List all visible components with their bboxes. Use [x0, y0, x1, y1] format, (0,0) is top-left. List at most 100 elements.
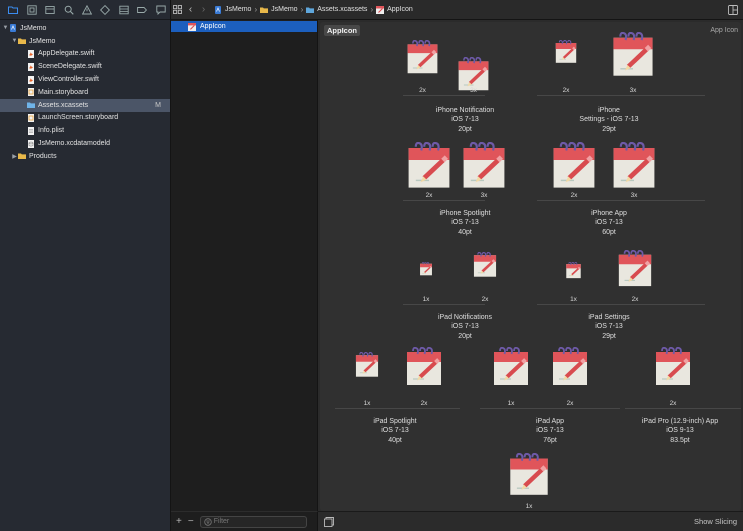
icon-scale-label: 2x	[420, 400, 428, 407]
icon-slot-3x[interactable]	[610, 32, 656, 78]
icon-slot-1x[interactable]	[419, 262, 433, 276]
tree-row[interactable]: LaunchScreen.storyboard	[0, 112, 170, 125]
disclosure-open-icon[interactable]: ▼	[2, 25, 9, 31]
disclosure-open-icon[interactable]: ▼	[11, 38, 18, 44]
show-slicing-button[interactable]: Show Slicing	[694, 517, 737, 526]
tree-row[interactable]: JsMemo.xcdatamodeld	[0, 137, 170, 150]
navigator-tab-issue[interactable]	[78, 0, 96, 20]
breadcrumb-item[interactable]: Assets.xcassets	[306, 6, 367, 14]
icon-slot-2x[interactable]	[404, 347, 444, 387]
app-icon-image	[407, 40, 438, 74]
breadcrumb-item[interactable]: JsMemo	[260, 6, 298, 14]
chevron-right-icon: ›	[201, 4, 206, 15]
grid-icon	[173, 5, 182, 14]
debug-icon	[119, 5, 129, 14]
navigator-tab-folder[interactable]	[4, 0, 22, 20]
back-button[interactable]: ‹	[184, 0, 197, 20]
assets-folder-icon	[306, 7, 315, 13]
adjust-editor-button[interactable]	[723, 4, 743, 15]
app-icon-image	[408, 142, 450, 188]
navigator-tab-find[interactable]	[59, 0, 77, 20]
tree-row[interactable]: Assets.xcassets M	[0, 98, 170, 112]
breadcrumb-separator: ›	[370, 5, 374, 14]
app-icon-image	[656, 347, 690, 385]
icon-slot-2x[interactable]	[653, 347, 693, 387]
tree-item-label: LaunchScreen.storyboard	[38, 114, 119, 122]
icon-scale-label: 2x	[562, 87, 570, 94]
tree-item-label: Assets.xcassets	[38, 101, 89, 109]
icon-scale-label: 2x	[631, 296, 639, 303]
tree-row[interactable]: ▼ JsMemo	[0, 22, 170, 35]
icon-slot-2x[interactable]	[405, 142, 453, 190]
breadcrumb-label: Assets.xcassets	[317, 6, 368, 13]
icon-scale-label: 2x	[669, 400, 677, 407]
breadcrumb-item[interactable]: AppIcon	[376, 5, 413, 14]
navigator-tab-test[interactable]	[96, 0, 114, 20]
icon-slot-2x[interactable]	[550, 142, 598, 190]
tree-row[interactable]: Main.storyboard	[0, 86, 170, 99]
asset-item-appicon[interactable]: AppIcon	[171, 21, 317, 32]
forward-button[interactable]: ›	[197, 0, 210, 20]
folder-file-icon	[18, 38, 26, 45]
app-icon-image	[618, 250, 652, 287]
breadcrumb: JsMemo › JsMemo › Assets.xcassets › AppIcon	[214, 5, 413, 14]
icon-slot-2x[interactable]	[405, 40, 440, 75]
icon-slot-2x[interactable]	[554, 40, 578, 64]
tree-row[interactable]: Info.plist	[0, 124, 170, 137]
folder-file-icon	[18, 153, 26, 160]
icon-set-name[interactable]: AppIcon	[324, 25, 360, 36]
app-icon-image	[566, 262, 581, 279]
icon-slot-1x[interactable]	[565, 262, 582, 279]
tree-item-label: JsMemo	[20, 24, 47, 32]
tree-row[interactable]: ViewController.swift	[0, 73, 170, 86]
navigator-tab-source-control[interactable]	[22, 0, 40, 20]
icon-slot-1x[interactable]	[491, 347, 531, 387]
icon-group-device: iPad Notifications	[437, 314, 493, 321]
tree-row[interactable]: ▶ Products	[0, 150, 170, 163]
icon-slot-3x[interactable]	[610, 142, 658, 190]
breadcrumb-item[interactable]: JsMemo	[214, 5, 252, 14]
icon-scale-label: 3x	[470, 87, 477, 94]
asset-catalog-list: AppIcon	[171, 20, 318, 511]
icon-group-label: iPad Pro (12.9-inch) App iOS 9-13 83.5pt	[605, 417, 741, 445]
navigator-tab-debug[interactable]	[115, 0, 133, 20]
show-overview-icon[interactable]	[324, 517, 334, 527]
disclosure-closed-icon[interactable]: ▶	[11, 153, 18, 160]
group-divider	[537, 200, 705, 201]
appicon-set-sheet: AppIcon App Icon 2x 3x iPhone Notification…	[320, 22, 741, 511]
icon-slot-3x[interactable]	[460, 142, 508, 190]
icon-group-label: iPhone Settings - iOS 7-13 29pt	[534, 106, 684, 134]
icon-group-device: iPhone Notification	[435, 107, 495, 114]
icon-slot-1x[interactable]	[354, 352, 380, 378]
icon-slot-2x[interactable]	[616, 250, 654, 288]
add-button[interactable]: +	[176, 516, 182, 527]
tree-row[interactable]: ▼ JsMemo	[0, 35, 170, 48]
group-divider	[403, 200, 485, 201]
icon-slot-1x[interactable]	[507, 453, 551, 497]
icon-group-label: iPad App iOS 7-13 76pt	[475, 417, 625, 445]
source-control-badge: M	[155, 101, 161, 109]
icon-slot-2x[interactable]	[472, 252, 498, 278]
icon-group-os: iOS 7-13	[595, 219, 623, 227]
related-items-button[interactable]	[171, 0, 184, 20]
icon-group-label: iPhone Spotlight iOS 7-13 40pt	[390, 209, 540, 237]
group-divider	[335, 408, 460, 409]
icon-scale-label: 3x	[629, 87, 637, 94]
tree-row[interactable]: AppDelegate.swift	[0, 48, 170, 61]
icon-group-os: iOS 7-13	[451, 116, 479, 124]
jump-bar: ‹ › JsMemo › JsMemo › Assets.xcassets › AppIco…	[171, 0, 743, 20]
tree-row[interactable]: SceneDelegate.swift	[0, 60, 170, 73]
icon-group-os: iOS 7-13	[451, 219, 479, 227]
navigator-tab-report[interactable]	[152, 0, 170, 20]
navigator-tab-breakpoint[interactable]	[133, 0, 151, 20]
issue-icon	[81, 4, 92, 14]
remove-button[interactable]: −	[188, 516, 194, 527]
filter-placeholder: Filter	[213, 518, 230, 525]
icon-slot-2x[interactable]	[550, 347, 590, 387]
filter-field[interactable]: Filter	[199, 515, 307, 528]
asset-item-label: AppIcon	[200, 23, 226, 30]
icon-group-size: 20pt	[458, 332, 472, 340]
navigator-tab-symbol[interactable]	[41, 0, 59, 20]
tree-item-label: SceneDelegate.swift	[38, 63, 102, 71]
breadcrumb-label: JsMemo	[225, 6, 252, 13]
